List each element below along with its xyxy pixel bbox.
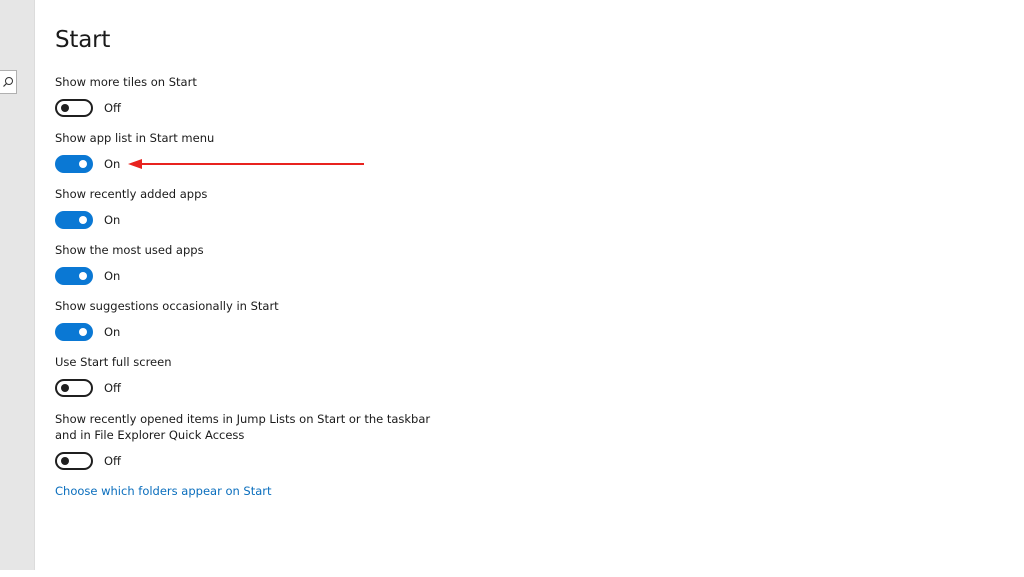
toggle-state-text: On: [104, 325, 121, 339]
show-more-tiles-toggle[interactable]: [55, 99, 93, 117]
show-recently-added-toggle[interactable]: [55, 211, 93, 229]
setting-label: Show the most used apps: [55, 243, 204, 257]
toggle-knob: [61, 104, 69, 112]
setting-show-recently-added: Show recently added apps On: [55, 186, 475, 229]
setting-label: Show app list in Start menu: [55, 131, 215, 145]
settings-window: Start Show more tiles on Start Off Show …: [0, 0, 1024, 577]
show-suggestions-toggle[interactable]: [55, 323, 93, 341]
search-box[interactable]: [0, 70, 17, 94]
choose-folders-link[interactable]: Choose which folders appear on Start: [55, 484, 272, 498]
search-icon: [3, 77, 13, 87]
red-arrow-annotation: [128, 159, 364, 169]
page-title: Start: [55, 27, 111, 53]
toggle-state-text: Off: [104, 454, 121, 468]
setting-show-most-used: Show the most used apps On: [55, 242, 475, 285]
jump-lists-toggle[interactable]: [55, 452, 93, 470]
show-app-list-toggle[interactable]: [55, 155, 93, 173]
setting-label: Show suggestions occasionally in Start: [55, 299, 279, 313]
setting-show-suggestions: Show suggestions occasionally in Start O…: [55, 298, 475, 341]
setting-label: Show recently opened items in Jump Lists…: [55, 412, 431, 442]
toggle-knob: [61, 384, 69, 392]
setting-label: Show more tiles on Start: [55, 75, 197, 89]
full-screen-toggle[interactable]: [55, 379, 93, 397]
toggle-knob: [79, 272, 87, 280]
setting-label: Show recently added apps: [55, 187, 208, 201]
toggle-state-text: On: [104, 157, 121, 171]
toggle-state-text: Off: [104, 101, 121, 115]
toggle-knob: [61, 457, 69, 465]
toggle-knob: [79, 216, 87, 224]
setting-jump-lists: Show recently opened items in Jump Lists…: [55, 411, 445, 470]
setting-full-screen: Use Start full screen Off: [55, 354, 475, 397]
toggle-state-text: On: [104, 213, 121, 227]
setting-label: Use Start full screen: [55, 355, 172, 369]
navigation-pane: [0, 0, 35, 570]
toggle-state-text: On: [104, 269, 121, 283]
toggle-knob: [79, 160, 87, 168]
show-most-used-toggle[interactable]: [55, 267, 93, 285]
toggle-knob: [79, 328, 87, 336]
setting-show-more-tiles: Show more tiles on Start Off: [55, 74, 475, 117]
toggle-state-text: Off: [104, 381, 121, 395]
